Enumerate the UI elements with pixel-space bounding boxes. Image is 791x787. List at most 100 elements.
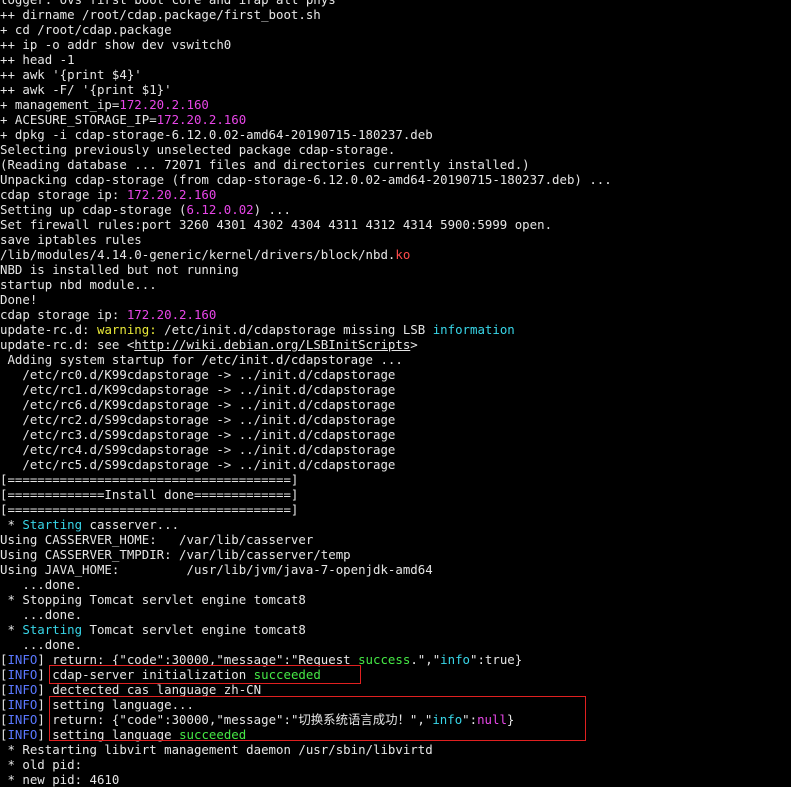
terminal-line: update-rc.d: warning: /etc/init.d/cdapst… [0,322,791,337]
terminal-text-segment: Setting up cdap-storage ( [0,202,187,217]
terminal-line: cdap storage ip: 172.20.2.160 [0,187,791,202]
terminal-line: ++ awk -F/ '{print $1}' [0,82,791,97]
terminal-text-segment: ko [395,247,411,262]
terminal-text-segment: ++ awk -F/ '{print $1}' [0,82,172,97]
terminal-line: ...done. [0,637,791,652]
terminal-line: [=============Install done=============] [0,487,791,502]
terminal-text-segment: information [432,322,515,337]
terminal-text-segment: /etc/init.d/cdapstorage missing LSB [156,322,433,337]
terminal-text-segment: startup nbd module... [0,277,157,292]
terminal-line: [======================================] [0,472,791,487]
terminal-text-segment: success [358,652,411,667]
terminal-text-segment: 172.20.2.160 [126,307,217,322]
terminal-text-segment: Selecting previously unselected package … [0,142,396,157]
terminal-text-segment: update-rc.d: [0,322,97,337]
terminal-text-segment: + cd /root/cdap.package [0,22,172,37]
terminal-line: Using CASSERVER_TMPDIR: /var/lib/casserv… [0,547,791,562]
terminal-text-segment: [=============Install done=============] [0,487,299,502]
terminal-text-segment: update-rc.d: see < [0,337,135,352]
terminal-line: [======================================] [0,502,791,517]
terminal-line: [INFO] dectected cas language zh-CN [0,682,791,697]
terminal-text-segment: Unpacking cdap-storage (from cdap-storag… [0,172,612,187]
terminal-text-segment: warning: [96,322,157,337]
terminal-line: Set firewall rules:port 3260 4301 4302 4… [0,217,791,232]
terminal-text-segment: Using JAVA_HOME: /usr/lib/jvm/java-7-ope… [0,562,433,577]
terminal-text-segment: /etc/rc4.d/S99cdapstorage -> ../init.d/c… [0,442,396,457]
terminal-line: ++ ip -o addr show dev vswitch0 [0,37,791,52]
terminal-text-segment: * Stopping Tomcat servlet engine tomcat8 [0,592,306,607]
terminal-line: cdap storage ip: 172.20.2.160 [0,307,791,322]
terminal-line: Unpacking cdap-storage (from cdap-storag… [0,172,791,187]
terminal-line: ...done. [0,607,791,622]
terminal-text-segment: 172.20.2.160 [126,187,217,202]
terminal-line: startup nbd module... [0,277,791,292]
terminal-text-segment: ":true} [470,652,523,667]
terminal-line: * Starting Tomcat servlet engine tomcat8 [0,622,791,637]
terminal-line: Setting up cdap-storage (6.12.0.02) ... [0,202,791,217]
terminal-text-segment: ++ ip -o addr show dev vswitch0 [0,37,232,52]
terminal-text-segment: ) ... [253,202,291,217]
terminal-text-segment: info [440,652,470,667]
terminal-text-segment: INFO [7,667,38,682]
highlight-box-language [49,696,586,741]
terminal-line: /etc/rc0.d/K99cdapstorage -> ../init.d/c… [0,367,791,382]
terminal-text-segment: INFO [7,697,38,712]
terminal-line: Using CASSERVER_HOME: /var/lib/casserver [0,532,791,547]
terminal-text-segment: [======================================] [0,472,299,487]
terminal-line: /etc/rc5.d/S99cdapstorage -> ../init.d/c… [0,457,791,472]
terminal-text-segment: 6.12.0.02 [186,202,254,217]
terminal-line: NBD is installed but not running [0,262,791,277]
terminal-line: + management_ip=172.20.2.160 [0,97,791,112]
terminal-text-segment: /etc/rc5.d/S99cdapstorage -> ../init.d/c… [0,457,396,472]
terminal-line: /lib/modules/4.14.0-generic/kernel/drive… [0,247,791,262]
terminal-line: ++ awk '{print $4}' [0,67,791,82]
terminal-text-segment: /etc/rc6.d/K99cdapstorage -> ../init.d/c… [0,397,396,412]
terminal-text-segment: INFO [7,682,38,697]
terminal-line: Done! [0,292,791,307]
terminal-link[interactable]: http://wiki.debian.org/LSBInitScripts [134,337,410,352]
terminal-text-segment: > [410,337,418,352]
terminal-text-segment: (Reading database ... 72071 files and di… [0,157,530,172]
terminal-line: /etc/rc1.d/K99cdapstorage -> ../init.d/c… [0,382,791,397]
terminal-text-segment: /etc/rc3.d/S99cdapstorage -> ../init.d/c… [0,427,396,442]
terminal-text-segment: + ACESURE_STORAGE_IP= [0,112,157,127]
terminal-text-segment: ] dectected cas language zh-CN [37,682,262,697]
terminal-text-segment: ++ head -1 [0,52,75,67]
terminal-text-segment: /lib/modules/4.14.0-generic/kernel/drive… [0,247,396,262]
terminal-text-segment: * Restarting libvirt management daemon /… [0,742,433,757]
terminal-line: + dpkg -i cdap-storage-6.12.0.02-amd64-2… [0,127,791,142]
terminal-text-segment: Set firewall rules:port 3260 4301 4302 4… [0,217,553,232]
terminal-text-segment: NBD is installed but not running [0,262,239,277]
terminal-text-segment: * [0,517,23,532]
terminal-line: Using JAVA_HOME: /usr/lib/jvm/java-7-ope… [0,562,791,577]
terminal-text-segment: INFO [7,712,38,727]
terminal-text-segment: * [0,622,23,637]
terminal-text-segment: + dpkg -i cdap-storage-6.12.0.02-amd64-2… [0,127,433,142]
terminal-text-segment: + management_ip= [0,97,120,112]
terminal-text-segment: ...done. [0,637,83,652]
terminal-text-segment: ...done. [0,607,83,622]
terminal-text-segment: INFO [7,727,38,742]
terminal-line: /etc/rc6.d/K99cdapstorage -> ../init.d/c… [0,397,791,412]
terminal-text-segment: 172.20.2.160 [156,112,247,127]
terminal-text-segment: Starting [22,517,83,532]
terminal-line: ++ dirname /root/cdap.package/first_boot… [0,7,791,22]
terminal-text-segment: logger: ovs first boot core and irap all… [0,0,336,7]
terminal-line: (Reading database ... 72071 files and di… [0,157,791,172]
terminal-line: update-rc.d: see <http://wiki.debian.org… [0,337,791,352]
terminal-text-segment: * new pid: 4610 [0,772,120,787]
terminal-text-segment: * old pid: [0,757,83,772]
terminal-text-segment: Done! [0,292,38,307]
terminal-line: * old pid: [0,757,791,772]
terminal-text-segment: Tomcat servlet engine tomcat8 [82,622,306,637]
terminal-text-segment: INFO [7,652,38,667]
terminal-text-segment: ."," [410,652,441,667]
highlight-box-initialization [49,665,361,684]
terminal-line: ++ head -1 [0,52,791,67]
terminal-text-segment: ++ awk '{print $4}' [0,67,142,82]
terminal-text-segment: /etc/rc1.d/K99cdapstorage -> ../init.d/c… [0,382,396,397]
terminal-line: Selecting previously unselected package … [0,142,791,157]
terminal-line: ...done. [0,577,791,592]
terminal-text-segment: [======================================] [0,502,299,517]
terminal-text-segment: Using CASSERVER_TMPDIR: /var/lib/casserv… [0,547,351,562]
